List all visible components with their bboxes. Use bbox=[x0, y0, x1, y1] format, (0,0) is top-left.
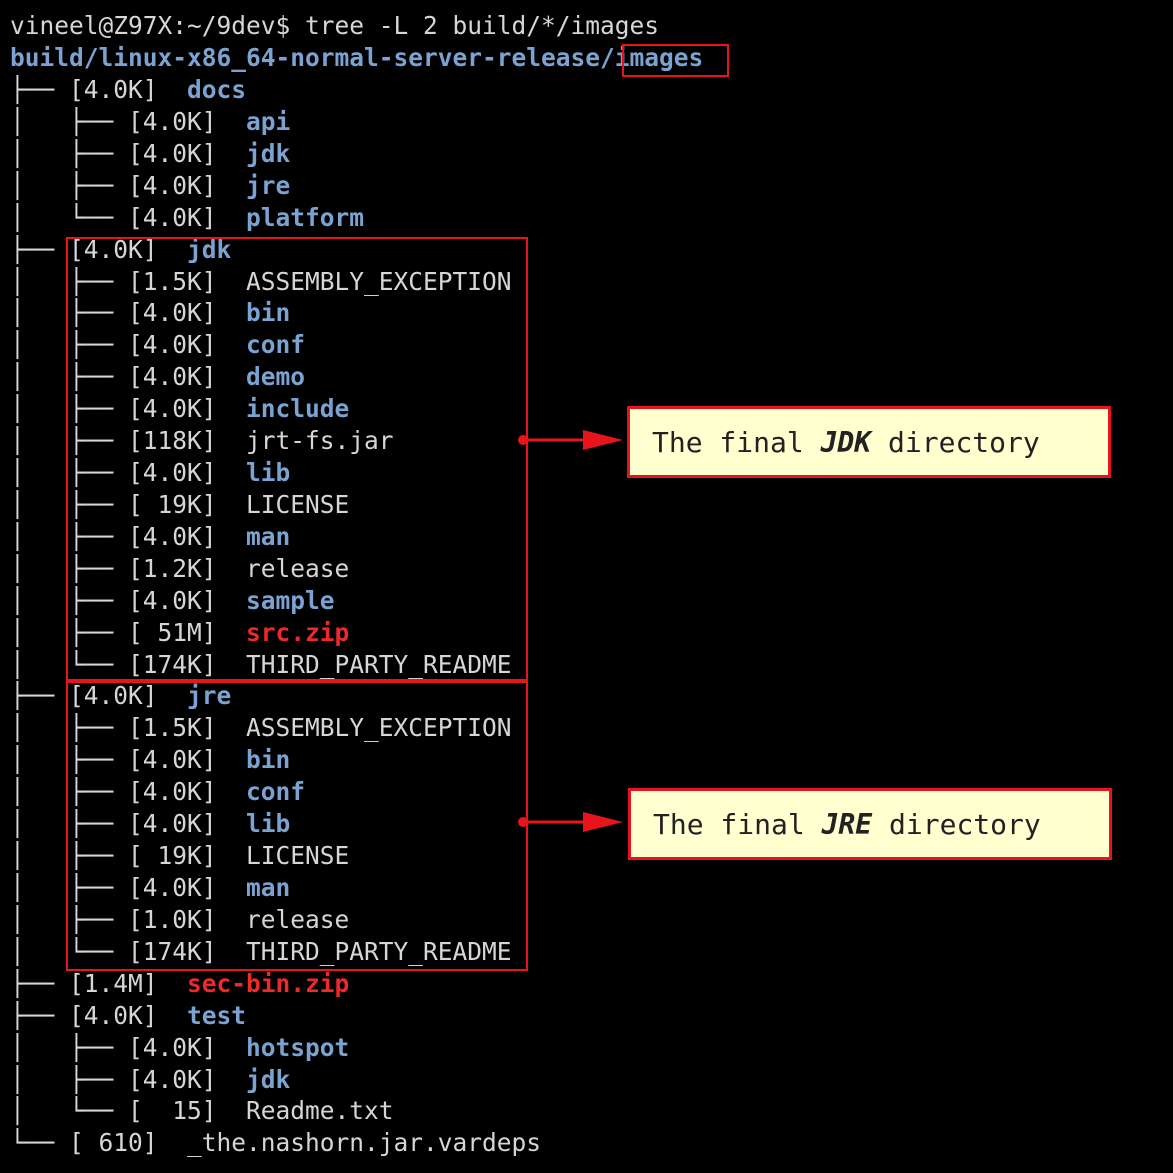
jre-callout-emph: JRE bbox=[821, 807, 873, 841]
jdk-callout: The final JDK directory bbox=[627, 406, 1111, 478]
jdk-callout-after: directory bbox=[871, 425, 1040, 459]
terminal-window[interactable]: vineel@Z97X:~/9dev$ tree -L 2 build/*/im… bbox=[0, 0, 1173, 1173]
jdk-callout-before: The final bbox=[652, 425, 821, 459]
jre-callout: The final JRE directory bbox=[628, 788, 1112, 860]
jdk-arrow bbox=[518, 430, 623, 450]
jre-arrow bbox=[518, 812, 623, 832]
jdk-callout-emph: JDK bbox=[820, 425, 872, 459]
callout-arrows bbox=[518, 430, 623, 832]
jre-callout-before: The final bbox=[653, 807, 822, 841]
jre-callout-after: directory bbox=[872, 807, 1041, 841]
